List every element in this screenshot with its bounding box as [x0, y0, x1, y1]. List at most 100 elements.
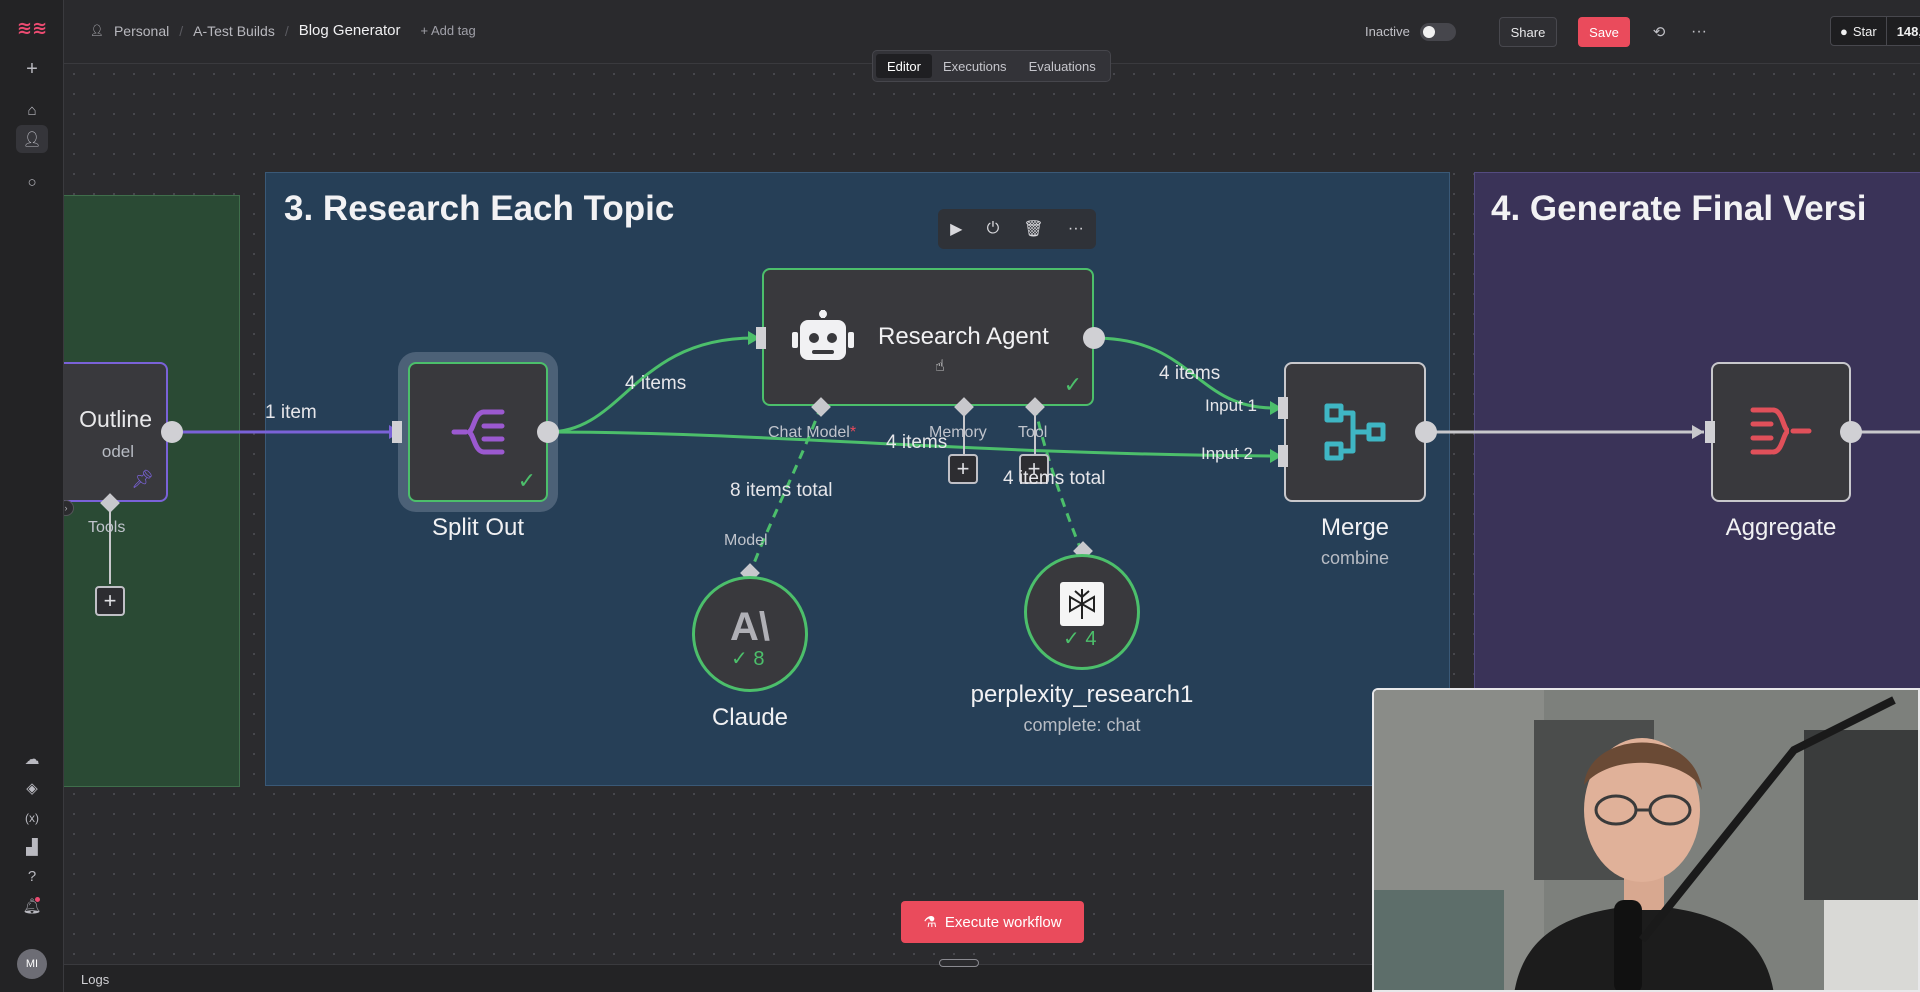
save-button[interactable]: Save [1578, 17, 1630, 47]
anthropic-icon: A\ [730, 604, 770, 649]
more-icon[interactable]: ··· [1068, 220, 1084, 238]
port-label-input-1: Input 1 [1205, 396, 1257, 415]
node-merge[interactable] [1284, 362, 1426, 502]
node-research-agent[interactable]: Research Agent ✓ [762, 268, 1094, 406]
cloud-icon[interactable]: ☁︎ [16, 745, 48, 773]
tab-evaluations[interactable]: Evaluations [1018, 54, 1107, 78]
node-outline-title: Outline [79, 406, 152, 432]
cursor-icon: ☝︎ [935, 358, 945, 375]
active-toggle[interactable] [1420, 23, 1456, 41]
success-check-icon: ✓ [1063, 372, 1082, 397]
more-icon[interactable]: ··· [1684, 17, 1714, 47]
memory-port[interactable] [953, 396, 975, 418]
avatar[interactable]: MI [17, 949, 47, 979]
breadcrumb-separator: / [179, 22, 184, 39]
power-icon[interactable]: ⏻ [987, 220, 1000, 238]
node-claude[interactable]: A\ ✓ 8 [692, 576, 808, 692]
breadcrumb-separator: / [284, 22, 289, 39]
user-icon: 👤︎ [90, 25, 104, 37]
left-sidebar: ≋≋ + ⌂ 👤︎ ○ ☁︎ ◈ (x) ▟ ? 🔔︎ MI [0, 0, 64, 992]
add-tag-button[interactable]: + Add tag [420, 23, 475, 38]
node-perplexity[interactable]: ✓ 4 [1024, 554, 1140, 670]
webcam-overlay [1372, 688, 1920, 992]
output-port[interactable] [1082, 326, 1106, 350]
history-icon[interactable]: ⟲ [1644, 17, 1674, 47]
input-port[interactable] [392, 421, 404, 443]
node-split-out[interactable]: ✓ [408, 362, 548, 502]
templates-icon[interactable]: ◈ [16, 774, 48, 802]
node-outline-subtitle: odel [101, 442, 134, 461]
notification-dot [35, 897, 40, 902]
trash-icon[interactable]: 🗑︎ [1023, 219, 1043, 239]
run-count: ✓ 8 [731, 648, 765, 670]
input-port[interactable] [1705, 421, 1717, 443]
node-perplexity-title: perplexity_research1 [970, 681, 1194, 708]
connection-label: 4 items [1159, 363, 1221, 384]
arrow-head [1692, 425, 1704, 439]
play-icon[interactable]: ▶ [950, 219, 962, 239]
personal-icon[interactable]: 👤︎ [16, 125, 48, 153]
node-toolbar: ▶ ⏻ 🗑︎ ··· [938, 209, 1096, 249]
home-icon[interactable]: ⌂ [16, 96, 48, 124]
circle-icon[interactable]: ○ [16, 168, 48, 196]
add-icon[interactable]: + [16, 55, 48, 83]
breadcrumb-personal[interactable]: Personal [114, 23, 169, 39]
connection-label: 4 items total [1003, 468, 1106, 489]
share-button[interactable]: Share [1499, 17, 1557, 47]
tab-executions[interactable]: Executions [932, 54, 1018, 78]
help-icon[interactable]: ? [16, 862, 48, 890]
port-label-model: Model [724, 532, 768, 549]
robot-icon [792, 310, 854, 360]
tool-port[interactable] [1024, 396, 1046, 418]
merge-icon [1324, 403, 1386, 461]
add-memory-button[interactable]: + [948, 454, 978, 484]
output-port[interactable] [160, 420, 184, 444]
connection-label: 4 items [625, 373, 687, 394]
breadcrumb: 👤︎ Personal / A-Test Builds / Blog Gener… [90, 22, 486, 39]
logs-label: Logs [81, 972, 110, 987]
port-label-tools: Tools [88, 519, 126, 536]
connection-label: 4 items [886, 432, 948, 453]
insights-icon[interactable]: ▟ [16, 833, 48, 861]
node-aggregate[interactable] [1711, 362, 1851, 502]
add-tool-button[interactable]: + [95, 586, 125, 616]
node-aggregate-title: Aggregate [1725, 514, 1837, 541]
input-port[interactable] [756, 327, 768, 349]
port-label-input-2: Input 2 [1201, 444, 1253, 463]
output-port[interactable] [1414, 420, 1438, 444]
node-research-agent-title: Research Agent [878, 323, 1049, 350]
bell-icon[interactable]: 🔔︎ [16, 892, 48, 920]
breadcrumb-project[interactable]: A-Test Builds [193, 23, 275, 39]
run-count: ✓ 4 [1063, 628, 1097, 650]
node-split-out-title: Split Out [431, 514, 525, 541]
port-label-tool: Tool [1018, 424, 1048, 441]
execute-workflow-label: Execute workflow [944, 913, 1062, 931]
github-star-button[interactable]: ●Star 148,323 [1830, 16, 1920, 46]
aggregate-icon [1750, 407, 1812, 455]
variables-icon[interactable]: (x) [16, 804, 48, 832]
connection-label: 1 item [265, 402, 317, 423]
n8n-logo[interactable]: ≋≋ [16, 14, 48, 42]
split-out-icon [451, 409, 505, 455]
node-merge-subtitle: combine [1320, 548, 1390, 568]
tools-port[interactable] [99, 492, 121, 514]
input-port-2[interactable] [1278, 445, 1290, 467]
execute-workflow-button[interactable]: ⚗ Execute workflow [901, 901, 1084, 943]
chat-model-port[interactable] [810, 396, 832, 418]
output-port[interactable] [536, 420, 560, 444]
input-port-1[interactable] [1278, 397, 1290, 419]
node-perplexity-subtitle: complete: chat [1023, 715, 1141, 735]
github-star-label: Star [1852, 23, 1877, 39]
node-outline[interactable]: Outline odel 📌︎ [64, 362, 168, 502]
flask-icon: ⚗ [923, 914, 937, 931]
success-check-icon: ✓ [517, 468, 536, 493]
port-label-chat-model: Chat Model* [768, 424, 857, 441]
perplexity-icon [1060, 582, 1104, 626]
view-tabs: Editor Executions Evaluations [872, 50, 1111, 82]
tab-editor[interactable]: Editor [876, 54, 932, 78]
presenter-video [1374, 690, 1918, 990]
output-port[interactable] [1839, 420, 1863, 444]
resize-handle[interactable] [939, 959, 979, 967]
workflow-name[interactable]: Blog Generator [299, 22, 401, 39]
pin-icon: 📌︎ [131, 469, 154, 489]
